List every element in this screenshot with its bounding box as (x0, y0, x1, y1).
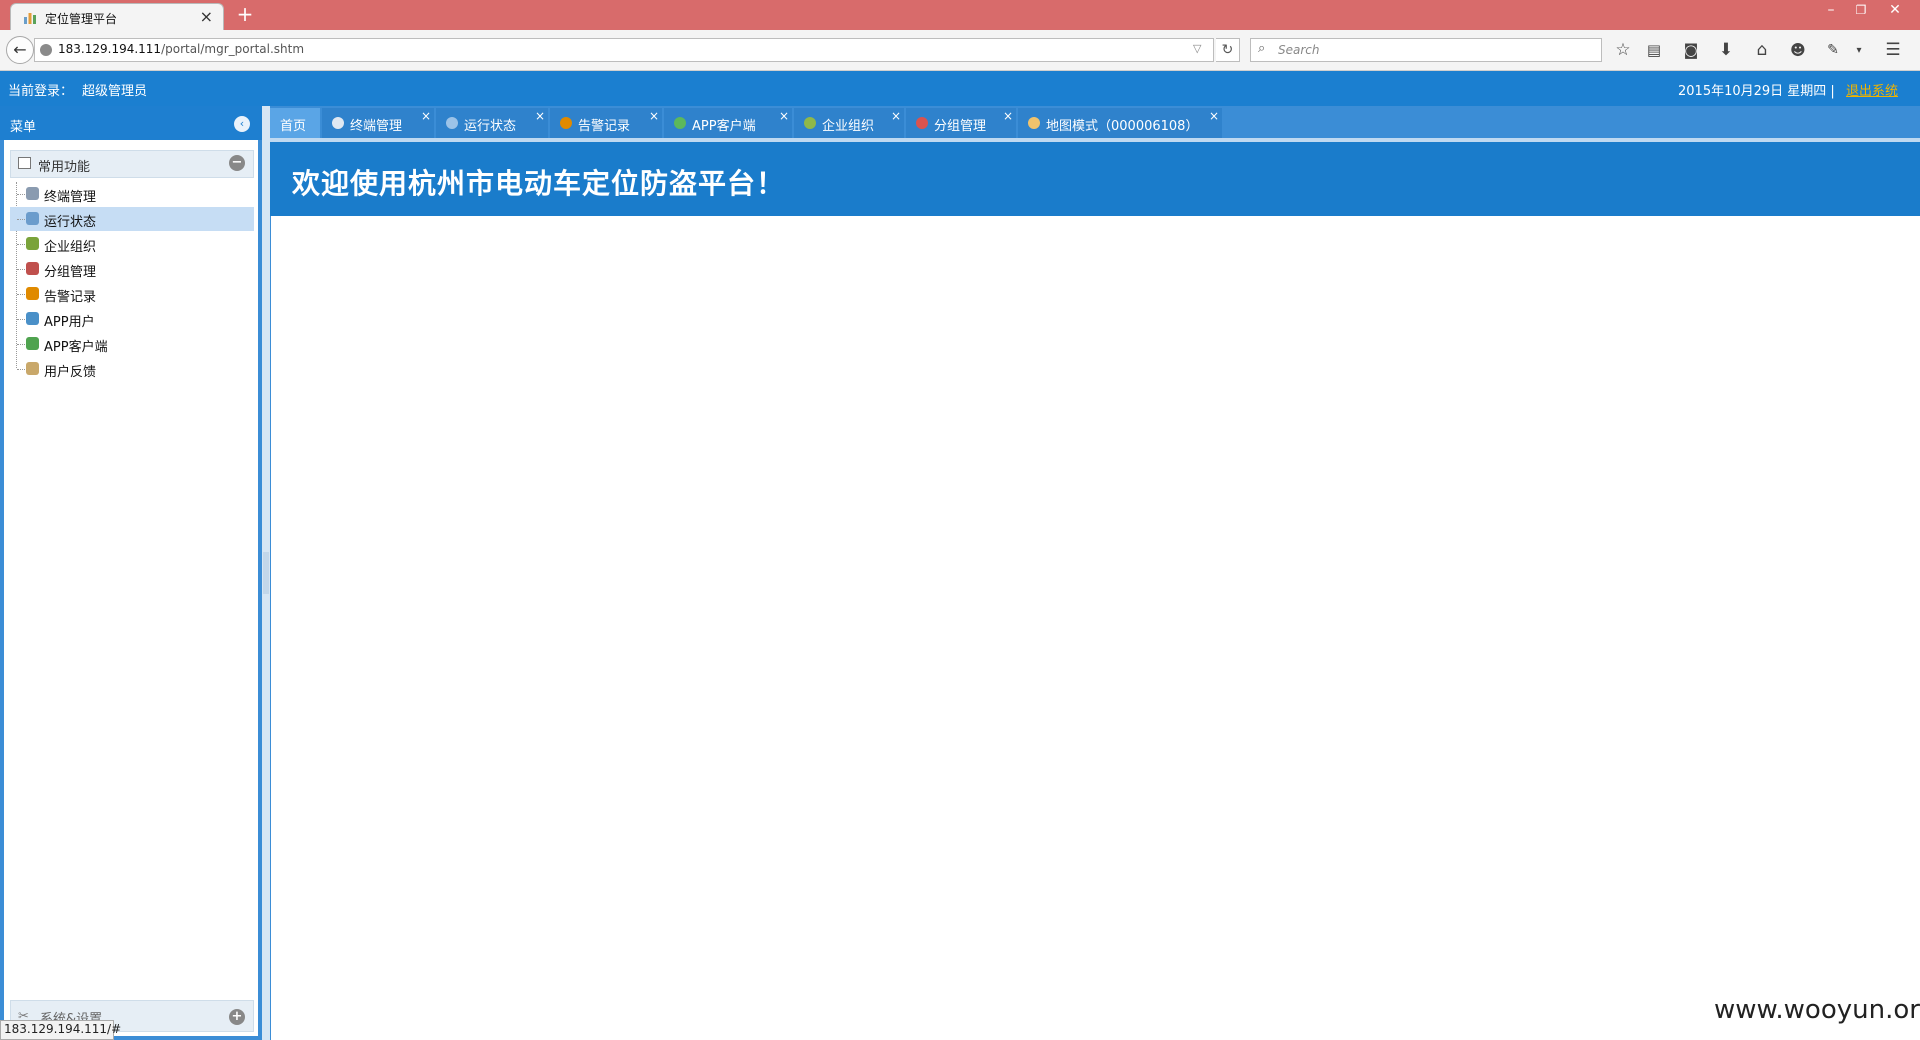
browser-title-bar (0, 0, 1920, 30)
sidebar-item-label: 企业组织 (44, 240, 97, 255)
tab[interactable]: 告警记录 × (550, 108, 662, 138)
new-tab-button[interactable]: + (234, 2, 256, 26)
close-tab-icon[interactable]: × (649, 109, 659, 123)
close-tab-icon[interactable]: × (421, 109, 431, 123)
logout-link[interactable]: 退出系统 (1846, 80, 1898, 99)
bar-chart-icon (24, 13, 36, 24)
restore-icon[interactable]: ❐ (1846, 3, 1876, 17)
tree-connector (17, 269, 25, 270)
tab-label: 企业组织 (822, 119, 875, 134)
accordion-title: 常用功能 (38, 160, 91, 175)
group-icon (916, 117, 928, 129)
organization-icon (26, 237, 39, 250)
extension-menu-icon[interactable]: ▾ (1846, 45, 1872, 56)
reading-list-icon[interactable]: ▤ (1641, 41, 1667, 59)
tab-label: 地图模式（000006108） (1046, 119, 1199, 134)
tree-connector (17, 244, 25, 245)
group-icon (26, 262, 39, 275)
organization-icon (804, 117, 816, 129)
app-client-icon (26, 337, 39, 350)
tab[interactable]: 企业组织 × (794, 108, 904, 138)
warning-icon (560, 117, 572, 129)
app-user-icon (26, 312, 39, 325)
sidebar-item-label: 分组管理 (44, 265, 97, 280)
browser-tab[interactable]: 定位管理平台 × (10, 3, 224, 30)
tab[interactable]: 分组管理 × (906, 108, 1016, 138)
tab[interactable]: APP客户端 × (664, 108, 792, 138)
close-tab-icon[interactable]: × (1209, 109, 1219, 123)
search-placeholder: Search (1278, 43, 1320, 57)
expand-group-icon[interactable]: + (229, 1009, 245, 1025)
status-url: 183.129.194.111/# (4, 1022, 122, 1036)
login-label: 当前登录： (8, 84, 74, 99)
tree-connector (17, 219, 25, 220)
sidebar-item-label: 告警记录 (44, 290, 97, 305)
pocket-icon[interactable]: ◙ (1678, 41, 1704, 59)
sidebar-title: 菜单 (10, 120, 37, 135)
url-host: 183.129.194.111 (58, 42, 162, 56)
close-tab-icon[interactable]: × (535, 109, 545, 123)
home-icon[interactable]: ⌂ (1749, 40, 1775, 60)
warning-icon (26, 287, 39, 300)
feedback-icon (26, 362, 39, 375)
tree-connector (17, 194, 25, 195)
tab-label: APP客户端 (692, 119, 756, 134)
app-client-icon (674, 117, 686, 129)
monitor-icon (26, 212, 39, 225)
monitor-icon (446, 117, 458, 129)
tab-label: 首页 (280, 119, 307, 134)
close-tab-icon[interactable]: × (1003, 109, 1013, 123)
back-button[interactable]: ← (6, 36, 34, 64)
sidebar-item-label: APP用户 (44, 315, 95, 330)
search-icon (26, 187, 39, 200)
tab[interactable]: 首页 (270, 108, 320, 138)
watermark: www.wooyun.org (1714, 995, 1920, 1025)
search-icon: ⌕ (1258, 41, 1266, 56)
url-path: /portal/mgr_portal.shtm (161, 42, 305, 56)
search-icon (332, 117, 344, 129)
site-info-icon[interactable] (40, 44, 52, 56)
tree-connector (17, 294, 25, 295)
main-content (270, 216, 1920, 1040)
chat-icon[interactable]: ☻ (1785, 41, 1811, 59)
bookmark-star-icon[interactable]: ☆ (1610, 40, 1636, 60)
collapse-group-icon[interactable]: − (229, 155, 245, 171)
url-text[interactable]: 183.129.194.111/portal/mgr_portal.shtm (58, 42, 304, 56)
url-dropdown-icon[interactable]: ▽ (1193, 42, 1201, 55)
sidebar-header (0, 106, 262, 140)
sidebar-item-label: 运行状态 (44, 215, 97, 230)
tree-connector (17, 369, 25, 370)
login-user: 超级管理员 (82, 84, 148, 99)
sidebar-item-label: 用户反馈 (44, 365, 97, 380)
extension-icon[interactable]: ✎ (1820, 42, 1846, 58)
download-icon[interactable]: ⬇ (1713, 40, 1739, 60)
browser-tab-title: 定位管理平台 (45, 12, 118, 26)
map-icon (1028, 117, 1040, 129)
tab[interactable]: 地图模式（000006108） × (1018, 108, 1222, 138)
splitter-handle[interactable] (263, 552, 269, 594)
reload-button[interactable]: ↻ (1216, 38, 1240, 62)
tab[interactable]: 运行状态 × (436, 108, 548, 138)
close-window-icon[interactable]: ✕ (1880, 2, 1910, 18)
app-header (0, 71, 1920, 106)
welcome-text: 欢迎使用杭州市电动车定位防盗平台！ (292, 167, 786, 200)
sidebar-item-label: 终端管理 (44, 190, 97, 205)
sidebar-item-label: APP客户端 (44, 340, 108, 355)
tab-label: 告警记录 (578, 119, 631, 134)
close-tab-icon[interactable]: × (200, 7, 213, 26)
tab-label: 运行状态 (464, 119, 517, 134)
tree-connector (17, 344, 25, 345)
tree-connector (17, 319, 25, 320)
panel-icon (18, 157, 31, 169)
tab-label: 终端管理 (350, 119, 403, 134)
date-text: 2015年10月29日 星期四 | (1678, 84, 1835, 99)
tab-label: 分组管理 (934, 119, 987, 134)
collapse-sidebar-icon[interactable]: ‹ (234, 116, 250, 132)
close-tab-icon[interactable]: × (779, 109, 789, 123)
minimize-icon[interactable]: – (1816, 2, 1846, 18)
tab[interactable]: 终端管理 × (322, 108, 434, 138)
close-tab-icon[interactable]: × (891, 109, 901, 123)
menu-icon[interactable]: ☰ (1880, 40, 1906, 60)
